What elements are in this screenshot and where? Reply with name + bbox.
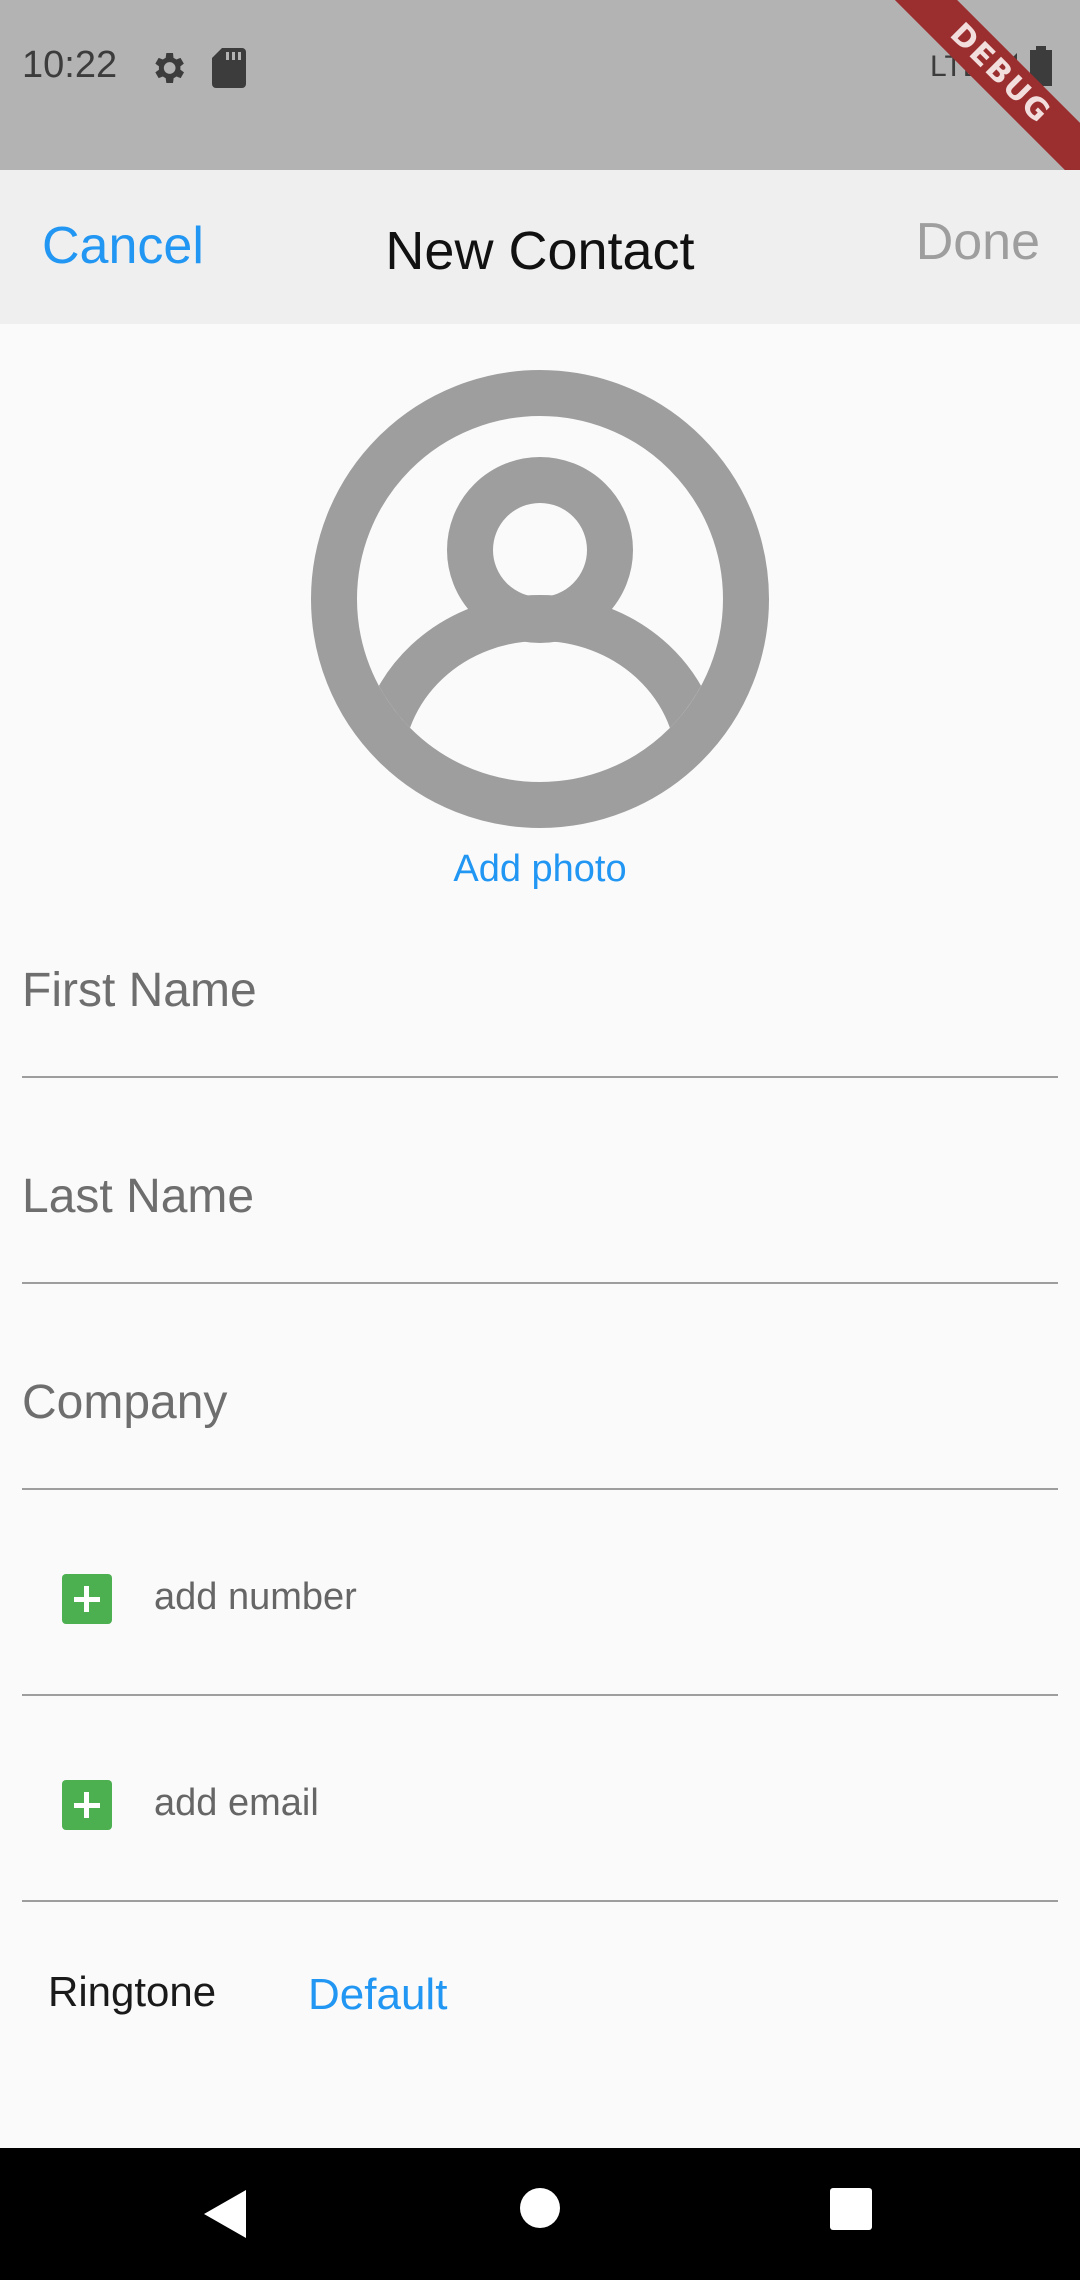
last-name-field[interactable]: Last Name	[22, 1076, 1058, 1284]
add-email-label: add email	[154, 1782, 319, 1824]
system-navigation-bar	[0, 2148, 1080, 2280]
back-icon[interactable]	[198, 2184, 250, 2249]
ringtone-value[interactable]: Default	[308, 1970, 447, 2020]
company-field[interactable]: Company	[22, 1282, 1058, 1490]
status-bar: 10:22 LTE DEBUG	[0, 0, 1080, 170]
add-email-row[interactable]: add email	[22, 1694, 1058, 1902]
navigation-bar: Cancel New Contact Done	[0, 170, 1080, 324]
add-number-label: add number	[154, 1576, 357, 1618]
sd-card-icon	[212, 48, 246, 93]
first-name-field[interactable]: First Name	[22, 870, 1058, 1078]
done-button[interactable]: Done	[916, 212, 1040, 272]
add-number-icon[interactable]	[62, 1574, 112, 1624]
gear-icon	[148, 48, 188, 93]
home-icon[interactable]	[518, 2186, 562, 2235]
ringtone-label: Ringtone	[48, 1968, 217, 2015]
account-circle-icon[interactable]	[311, 370, 769, 828]
add-email-icon[interactable]	[62, 1780, 112, 1830]
recents-icon[interactable]	[830, 2188, 872, 2235]
status-time: 10:22	[22, 44, 118, 86]
last-name-placeholder: Last Name	[22, 1170, 255, 1223]
first-name-placeholder: First Name	[22, 964, 257, 1017]
company-placeholder: Company	[22, 1376, 228, 1429]
add-number-row[interactable]: add number	[22, 1488, 1058, 1696]
